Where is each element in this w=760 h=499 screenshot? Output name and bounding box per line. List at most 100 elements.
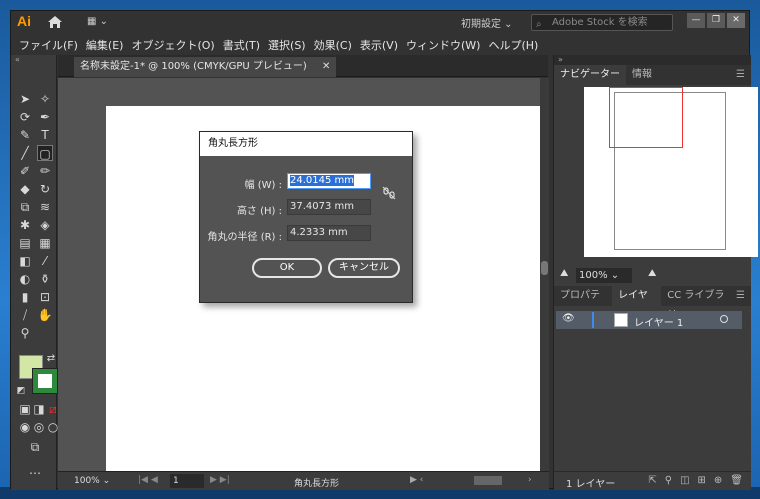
edit-toolbar-icon[interactable]: ⋯	[27, 465, 43, 481]
shape-builder-tool-icon[interactable]: ◈	[37, 217, 53, 233]
menu-effect[interactable]: 効果(C)	[314, 37, 352, 53]
layers-panel-tabs: プロパティ レイヤー CC ライブラリ ☰	[554, 286, 751, 321]
dialog-title: 角丸長方形	[200, 132, 412, 156]
scale-tool-icon[interactable]: ⧉	[17, 199, 33, 215]
arrange-documents-icon[interactable]: ▦ ⌄	[87, 16, 117, 28]
layer-row[interactable]: 👁 レイヤー 1	[556, 311, 742, 329]
tab-info[interactable]: 情報	[626, 65, 658, 85]
menu-type[interactable]: 書式(T)	[223, 37, 260, 53]
radius-field[interactable]: 4.2333 mm	[287, 225, 371, 241]
zoom-tool-icon[interactable]: ⚲	[17, 325, 33, 341]
magic-wand-tool-icon[interactable]: ✧	[37, 91, 53, 107]
minimize-button[interactable]: —	[687, 13, 705, 28]
radius-label: 角丸の半径 (R) :	[207, 232, 282, 243]
artboard-number-field[interactable]: 1	[170, 474, 204, 488]
tab-layers[interactable]: レイヤー	[612, 286, 662, 321]
menu-select[interactable]: 選択(S)	[268, 37, 306, 53]
collapse-panels-icon[interactable]: »	[554, 55, 751, 65]
close-document-icon[interactable]: ✕	[322, 61, 330, 72]
clipping-mask-icon[interactable]: ◫	[680, 475, 689, 486]
navigator-zoom-field[interactable]: 100% ⌄	[576, 268, 632, 283]
constrain-proportions-icon[interactable]	[382, 186, 396, 200]
scroll-right-icon[interactable]: ›	[528, 475, 532, 485]
tab-navigator[interactable]: ナビゲーター	[554, 65, 626, 85]
close-button[interactable]: ✕	[727, 13, 745, 28]
zoom-out-icon[interactable]: ⛰	[560, 268, 568, 279]
maximize-button[interactable]: ❐	[707, 13, 725, 28]
paintbrush-tool-icon[interactable]: ✐	[17, 163, 33, 179]
width-field[interactable]: 24.0145 mm	[287, 173, 371, 189]
cancel-button[interactable]: キャンセル	[328, 258, 400, 278]
column-graph-tool-icon[interactable]: ▮	[17, 289, 33, 305]
first-artboard-icon[interactable]: |◀ ◀	[138, 475, 158, 485]
layers-menu-icon[interactable]: ☰	[736, 286, 751, 306]
symbol-sprayer-tool-icon[interactable]: ⚱	[37, 271, 53, 287]
layer-color-bar	[592, 312, 594, 328]
puppet-warp-tool-icon[interactable]: ✱	[17, 217, 33, 233]
eraser-tool-icon[interactable]: ◆	[17, 181, 33, 197]
menu-view[interactable]: 表示(V)	[360, 37, 398, 53]
new-sublayer-icon[interactable]: ⊞	[698, 475, 706, 486]
mesh-tool-icon[interactable]: ▦	[37, 235, 53, 251]
delete-icon[interactable]: 🗑	[730, 475, 743, 486]
menu-object[interactable]: オブジェクト(O)	[131, 37, 214, 53]
curvature-tool-icon[interactable]: ✎	[17, 127, 33, 143]
selection-tool-icon[interactable]: ➤	[17, 91, 33, 107]
swap-fill-stroke-icon[interactable]: ⇄	[43, 351, 59, 367]
navigator-view-box[interactable]	[609, 87, 683, 148]
pen-tool-icon[interactable]: ✒	[37, 109, 53, 125]
right-panel-dock: » ナビゲーター 情報 ☰ ⛰ 100% ⌄ ⛰ プロパティ レイヤー CC ラ…	[553, 55, 758, 490]
new-layer-icon[interactable]: ⊕	[714, 475, 722, 486]
menu-window[interactable]: ウィンドウ(W)	[406, 37, 480, 53]
visibility-eye-icon[interactable]: 👁	[562, 313, 575, 324]
collapse-toolbar-icon[interactable]: «	[11, 55, 56, 65]
vertical-scrollbar[interactable]	[540, 78, 549, 471]
type-tool-icon[interactable]: T	[37, 127, 53, 143]
navigator-zoom-bar: ⛰ 100% ⌄ ⛰	[554, 266, 751, 286]
status-menu-arrow-icon[interactable]: ▶ ‹	[410, 475, 423, 485]
status-zoom-select[interactable]: 100% ⌄	[74, 476, 110, 486]
width-tool-icon[interactable]: ≋	[37, 199, 53, 215]
locate-object-icon[interactable]: ⚲	[665, 475, 672, 486]
app-logo: Ai	[17, 13, 31, 29]
slice-tool-icon[interactable]: ⧸	[17, 307, 33, 323]
layer-target-icon[interactable]	[720, 315, 728, 323]
rounded-rectangle-dialog: 角丸長方形 幅 (W) : 24.0145 mm 高さ (H) : 37.407…	[199, 131, 413, 303]
lasso-tool-icon[interactable]: ⟳	[17, 109, 33, 125]
default-colors-icon[interactable]: ◩	[13, 383, 29, 399]
panel-menu-icon[interactable]: ☰	[736, 65, 751, 85]
artboard-tool-icon[interactable]: ⊡	[37, 289, 53, 305]
scroll-thumb[interactable]	[541, 261, 548, 275]
rounded-rectangle-tool-icon[interactable]: ▢	[37, 145, 53, 161]
perspective-grid-tool-icon[interactable]: ▤	[17, 235, 33, 251]
ok-button[interactable]: OK	[252, 258, 322, 278]
next-artboard-icon[interactable]: ▶ ▶|	[210, 475, 230, 485]
export-icon[interactable]: ⇱	[648, 475, 656, 486]
menu-help[interactable]: ヘルプ(H)	[488, 37, 538, 53]
blend-tool-icon[interactable]: ◐	[17, 271, 33, 287]
shaper-tool-icon[interactable]: ✏	[37, 163, 53, 179]
stroke-color-swatch[interactable]	[33, 369, 57, 393]
menu-file[interactable]: ファイル(F)	[19, 37, 78, 53]
tab-cc-libraries[interactable]: CC ライブラリ	[661, 286, 736, 321]
menu-edit[interactable]: 編集(E)	[86, 37, 124, 53]
gradient-tool-icon[interactable]: ◧	[17, 253, 33, 269]
menu-bar: ファイル(F) 編集(E) オブジェクト(O) 書式(T) 選択(S) 効果(C…	[11, 35, 749, 55]
layer-thumbnail	[614, 313, 628, 327]
zoom-in-icon[interactable]: ⛰	[648, 268, 656, 279]
workspace-select[interactable]: 初期設定 ⌄	[461, 15, 513, 31]
screen-mode-icon[interactable]: ⧉	[27, 439, 43, 455]
navigator-preview[interactable]	[584, 87, 758, 257]
stock-search-input[interactable]: ⌕ Adobe Stock を検索	[531, 14, 673, 31]
document-tab-title: 名称未設定-1* @ 100% (CMYK/GPU プレビュー)	[80, 61, 307, 72]
height-field[interactable]: 37.4073 mm	[287, 199, 371, 215]
rotate-tool-icon[interactable]: ↻	[37, 181, 53, 197]
line-tool-icon[interactable]: ╱	[17, 145, 33, 161]
tab-properties[interactable]: プロパティ	[554, 286, 612, 321]
home-icon[interactable]	[47, 15, 63, 29]
document-tab[interactable]: 名称未設定-1* @ 100% (CMYK/GPU プレビュー) ✕	[74, 57, 337, 77]
hand-tool-icon[interactable]: ✋	[37, 307, 53, 323]
eyedropper-tool-icon[interactable]: ⁄	[37, 253, 53, 269]
layer-name[interactable]: レイヤー 1	[634, 314, 683, 329]
horizontal-scroll-thumb[interactable]	[474, 476, 502, 485]
